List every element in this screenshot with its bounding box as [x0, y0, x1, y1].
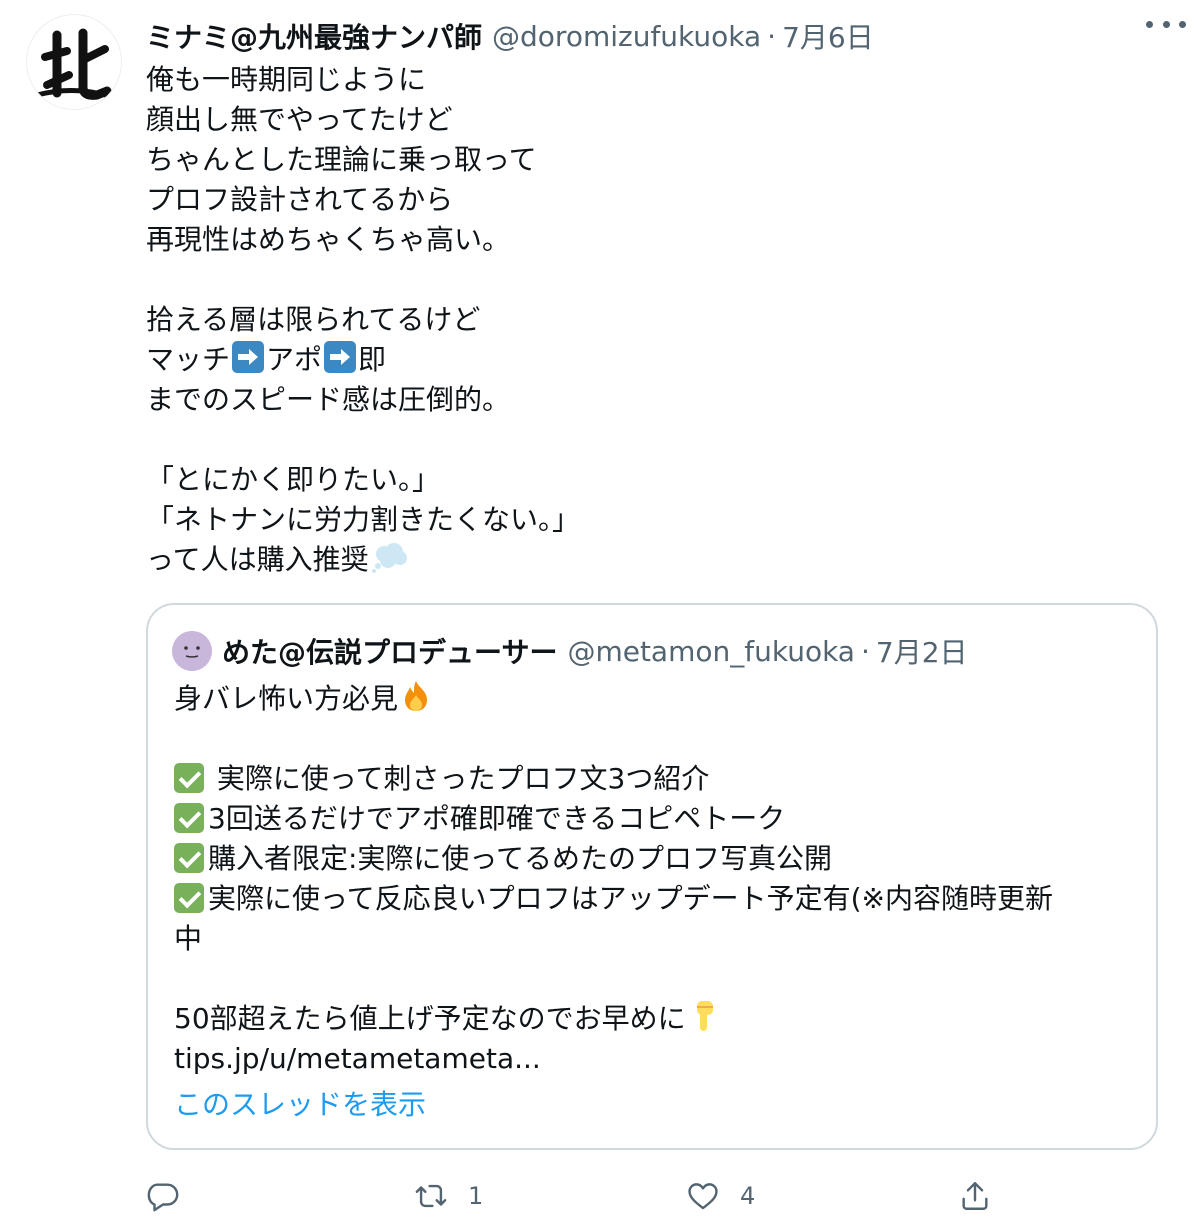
kanji-avatar-icon — [28, 16, 121, 109]
tweet-line: アポ — [266, 343, 323, 376]
reply-icon — [147, 1183, 179, 1212]
header-separator: · — [767, 19, 777, 53]
tweet-line: までのスピード感は圧倒的。 — [146, 383, 511, 416]
ditto-face-icon — [172, 631, 212, 671]
tweet-actions: 1 4 — [146, 1172, 1146, 1220]
retweet-count: 1 — [468, 1182, 484, 1210]
author-handle[interactable]: @doromizufukuoka — [492, 20, 761, 53]
tweet-body: 俺も一時期同じように 顔出し無でやってたけど ちゃんとした理論に乗っ取って プロ… — [146, 60, 1166, 580]
reply-button[interactable] — [146, 1172, 200, 1220]
show-thread-link[interactable]: このスレッドを表示 — [174, 1083, 426, 1123]
right-arrow-emoji-icon — [232, 341, 265, 373]
quoted-line: 身バレ怖い方必見 — [174, 682, 399, 715]
quoted-author-display-name: めた@伝説プロデューサー — [222, 636, 558, 669]
fire-emoji-icon — [405, 681, 428, 711]
like-button[interactable]: 4 — [686, 1172, 755, 1220]
tweet-line: 顔出し無でやってたけど — [146, 103, 453, 136]
author-avatar[interactable] — [26, 14, 122, 110]
quoted-author-handle: @metamon_fukuoka — [567, 634, 855, 668]
like-count: 4 — [740, 1182, 756, 1210]
tweet-line: 即 — [358, 343, 387, 376]
tweet-date[interactable]: 7月6日 — [782, 16, 874, 56]
share-button[interactable] — [958, 1172, 1012, 1220]
quoted-tweet-body: 身バレ怖い方必見 実際に使って刺さったプロフ文3つ紹介 3回送るだけでアポ確即確… — [174, 679, 1134, 1079]
quoted-author-avatar — [172, 631, 212, 671]
retweet-button[interactable]: 1 — [414, 1172, 483, 1220]
quoted-tweet[interactable]: めた@伝説プロデューサー @metamon_fukuoka · 7月2日 身バレ… — [146, 603, 1158, 1150]
heart-icon — [688, 1183, 718, 1210]
quoted-line: 実際に使って反応良いプロフはアップデート予定有(※内容随時更新 — [208, 882, 1053, 915]
quoted-line: 50部超えたら値上げ予定なのでお早めに — [174, 1002, 686, 1035]
tweet-line: ちゃんとした理論に乗っ取って — [146, 143, 537, 176]
tweet-line: 拾える層は限られてるけど — [146, 303, 481, 336]
quoted-tweet-header: めた@伝説プロデューサー @metamon_fukuoka · 7月2日 — [172, 631, 968, 671]
quoted-line: 3回送るだけでアポ確即確できるコピペトーク — [208, 802, 786, 835]
quoted-line: 購入者限定:実際に使ってるめたのプロフ写真公開 — [208, 842, 833, 875]
ellipsis-icon[interactable] — [1146, 14, 1186, 34]
thought-balloon-emoji-icon — [371, 543, 407, 573]
check-mark-icon — [174, 883, 204, 913]
tweet-line: 再現性はめちゃくちゃ高い。 — [146, 223, 511, 256]
check-mark-icon — [174, 803, 204, 833]
author-display-name[interactable]: ミナミ@九州最強ナンパ師 — [146, 16, 482, 56]
tweet-line: プロフ設計されてるから — [146, 183, 454, 216]
tweet-line: マッチ — [146, 343, 231, 376]
quoted-header-separator: · — [860, 634, 870, 668]
retweet-icon — [415, 1184, 447, 1208]
quoted-link-text: tips.jp/u/metametameta... — [174, 1042, 541, 1075]
tweet-line: 「とにかく即りたい。」 — [146, 463, 441, 496]
tweet-header: ミナミ@九州最強ナンパ師 @doromizufukuoka · 7月6日 — [146, 14, 1174, 58]
tweet-line: 「ネトナンに労力割きたくない。」 — [146, 503, 581, 536]
quoted-line: 実際に使って刺さったプロフ文3つ紹介 — [208, 762, 710, 795]
check-mark-icon — [174, 843, 204, 873]
tweet-line: って人は購入推奨 — [146, 543, 369, 576]
quoted-tweet-date: 7月2日 — [875, 636, 968, 669]
share-icon — [962, 1182, 988, 1210]
pointing-down-emoji-icon — [696, 1001, 713, 1031]
quoted-line: 中 — [174, 922, 203, 955]
tweet-line: 俺も一時期同じように — [146, 63, 427, 96]
right-arrow-emoji-icon — [324, 341, 357, 373]
check-mark-icon — [174, 763, 204, 793]
